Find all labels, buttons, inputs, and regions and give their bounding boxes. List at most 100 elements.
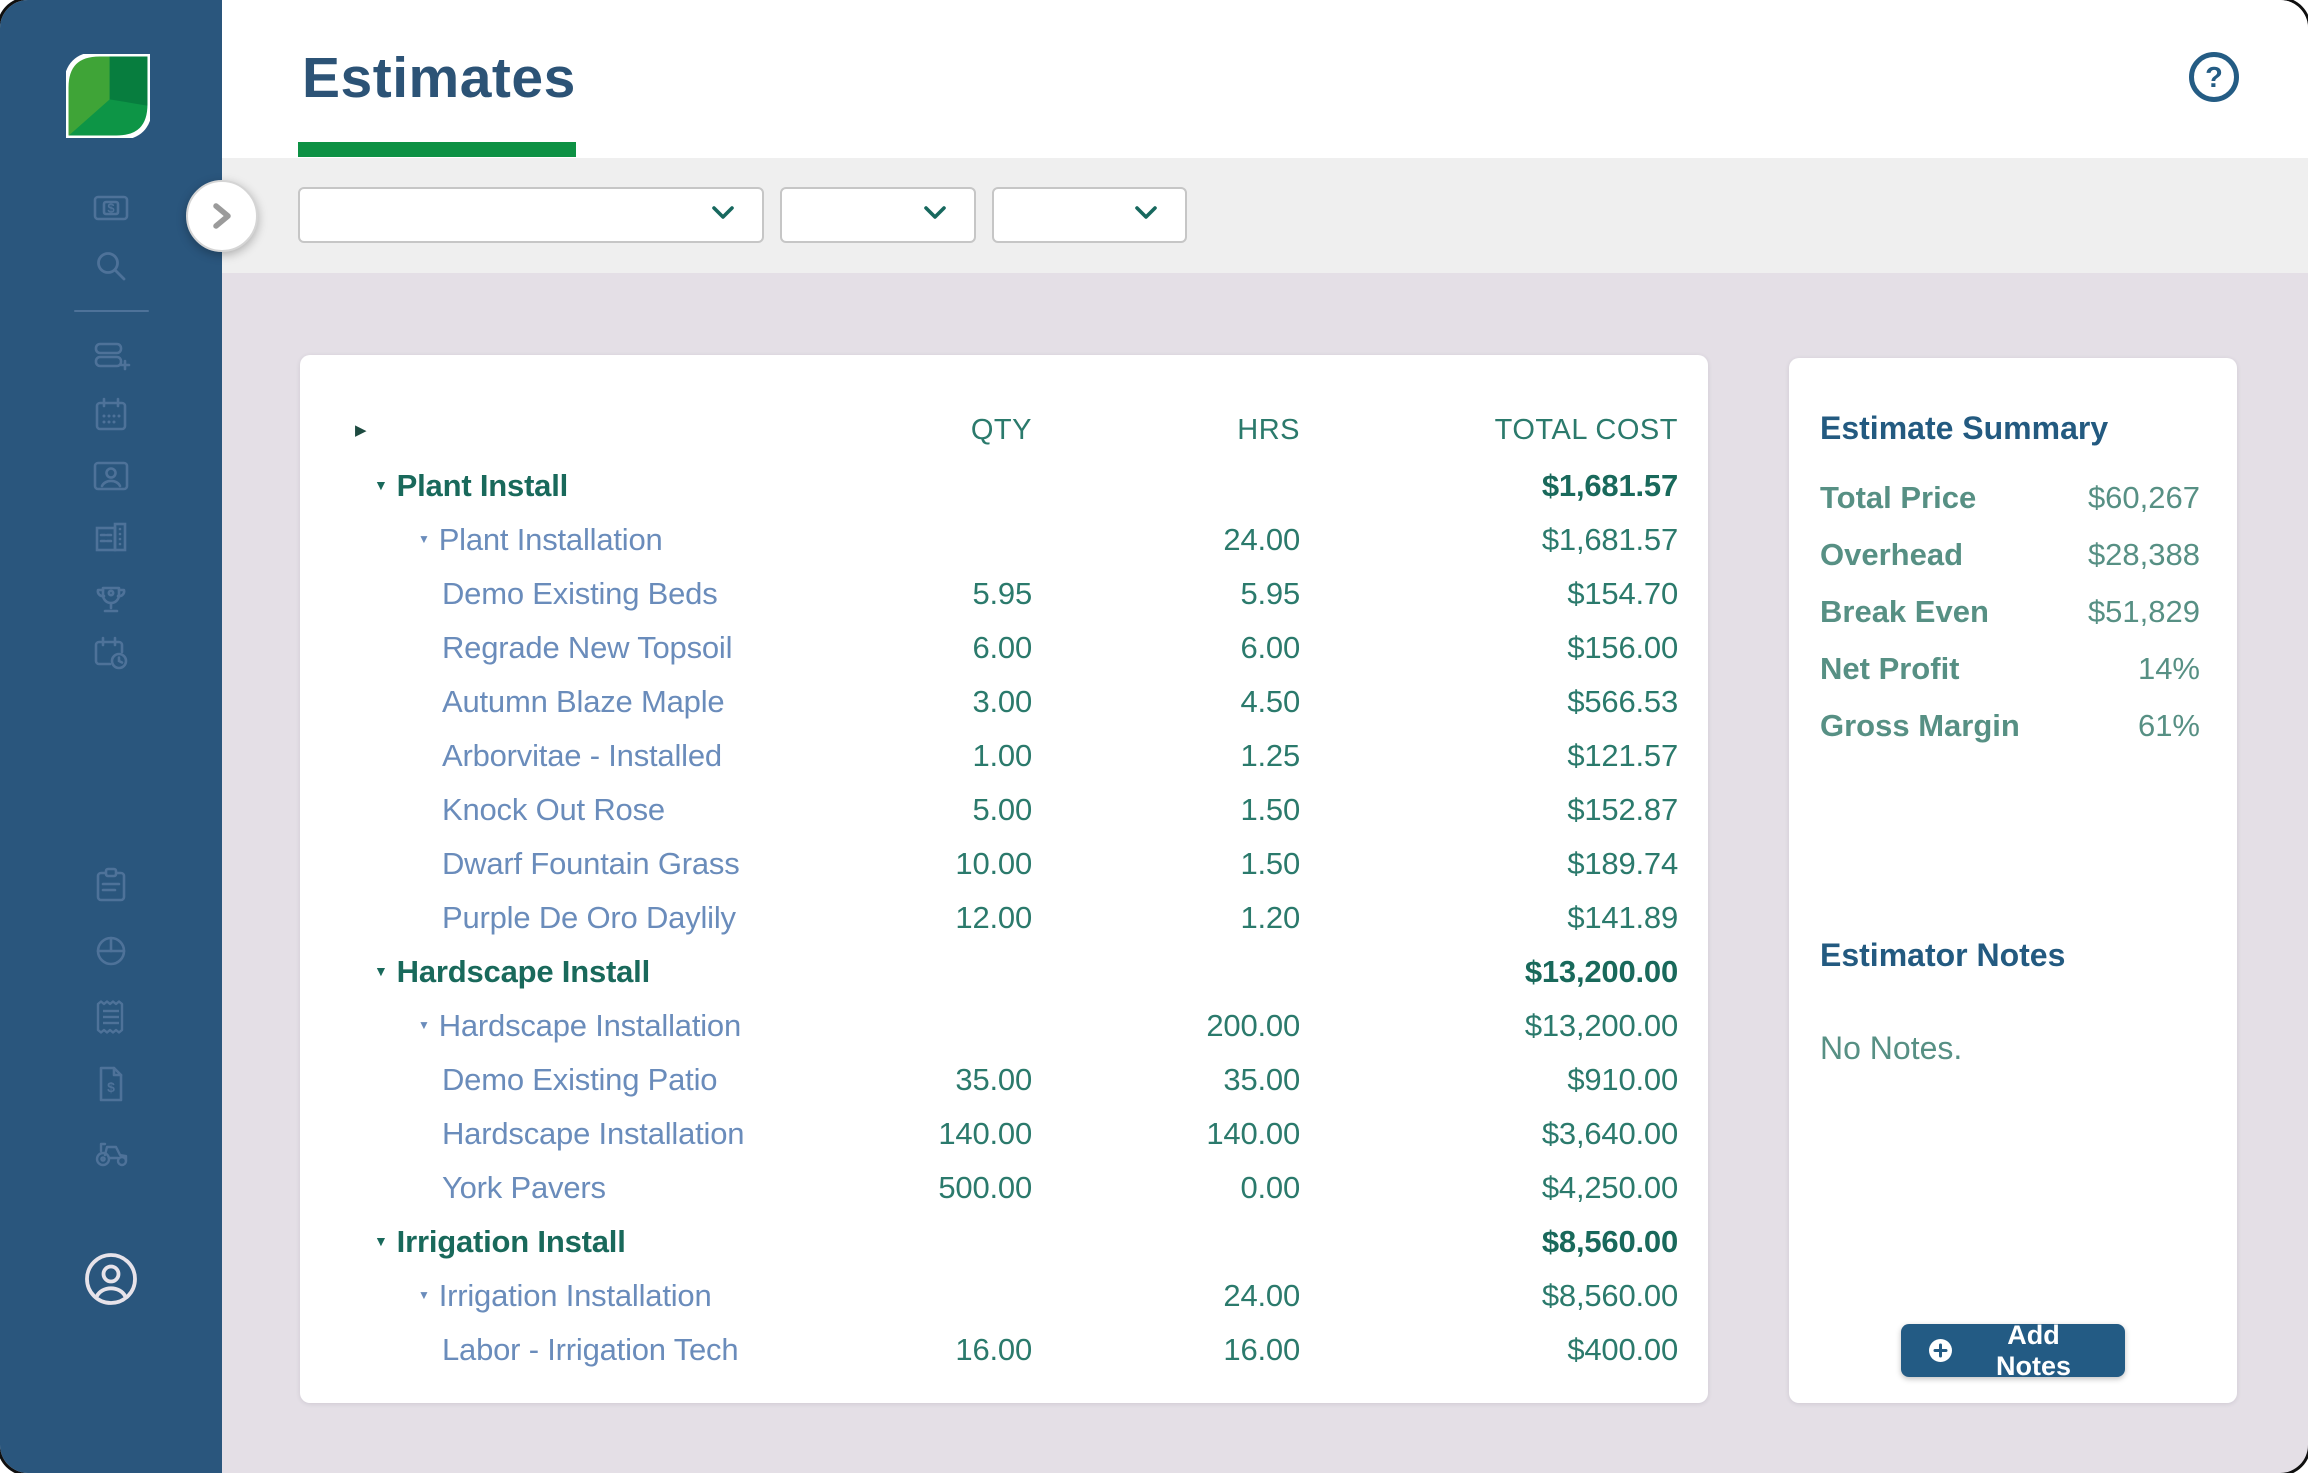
estimate-row[interactable]: ▼ Irrigation Install $8,560.00 xyxy=(300,1215,1708,1269)
estimate-row[interactable]: Arborvitae - Installed 1.00 1.25 $121.57 xyxy=(300,729,1708,783)
estimate-row-name[interactable]: Labor - Irrigation Tech xyxy=(442,1332,738,1368)
help-icon[interactable]: ? xyxy=(2186,49,2242,105)
estimate-row[interactable]: ▼Hardscape Install $13,200.00 xyxy=(300,945,1708,999)
column-header-qty[interactable]: QTY xyxy=(832,414,1032,447)
calendar-icon[interactable] xyxy=(91,395,131,435)
estimate-table-header: ▶ QTY HRS TOTAL COST xyxy=(300,401,1708,459)
sidebar-expand-button[interactable] xyxy=(186,180,258,252)
chevron-right-icon xyxy=(211,201,233,231)
estimate-row-name[interactable]: Arborvitae - Installed xyxy=(442,738,722,774)
estimate-row-total: $156.00 xyxy=(1300,630,1708,666)
estimate-row-name[interactable]: York Pavers xyxy=(442,1170,606,1206)
estimate-row-total: $13,200.00 xyxy=(1300,1008,1708,1044)
page-title: Estimates xyxy=(302,48,576,108)
pie-chart-icon[interactable] xyxy=(91,931,131,971)
estimate-row[interactable]: ▼Irrigation Installation 24.00 $8,560.00 xyxy=(300,1269,1708,1323)
collapse-triangle-icon[interactable]: ▼ xyxy=(374,1233,388,1249)
estimate-row-total: $400.00 xyxy=(1300,1332,1708,1368)
summary-row: Overhead $28,388 xyxy=(1820,537,2200,573)
estimate-row[interactable]: Purple De Oro Daylily 12.00 1.20 $141.89 xyxy=(300,891,1708,945)
summary-row-label: Overhead xyxy=(1820,537,1963,573)
add-notes-button[interactable]: Add Notes xyxy=(1901,1324,2125,1377)
estimate-row-name[interactable]: Demo Existing Beds xyxy=(442,576,718,612)
estimate-row-hrs: 1.25 xyxy=(1032,738,1300,774)
estimate-row-total: $4,250.00 xyxy=(1300,1170,1708,1206)
estimate-row[interactable]: Dwarf Fountain Grass 10.00 1.50 $189.74 xyxy=(300,837,1708,891)
summary-row-value: $60,267 xyxy=(2088,480,2200,516)
filter-dropdown-3[interactable] xyxy=(992,187,1187,243)
collapse-triangle-icon[interactable]: ▼ xyxy=(418,1288,430,1302)
collapse-triangle-icon[interactable]: ▼ xyxy=(418,1018,430,1032)
schedule-clock-icon[interactable] xyxy=(91,634,131,674)
estimate-row[interactable]: ▼Hardscape Installation 200.00 $13,200.0… xyxy=(300,999,1708,1053)
estimate-row-total: $1,681.57 xyxy=(1300,468,1708,504)
trophy-icon[interactable] xyxy=(91,580,131,620)
estimate-row-name[interactable]: Purple De Oro Daylily xyxy=(442,900,736,936)
estimate-row-name[interactable]: Hardscape Installation xyxy=(442,1116,744,1152)
estimate-row-name[interactable]: Dwarf Fountain Grass xyxy=(442,846,740,882)
estimate-row-total: $8,560.00 xyxy=(1300,1278,1708,1314)
estimate-row-name[interactable]: Knock Out Rose xyxy=(442,792,665,828)
equipment-tractor-icon[interactable] xyxy=(91,1132,131,1172)
filter-dropdown-1[interactable] xyxy=(298,187,764,243)
estimate-row[interactable]: Labor - Irrigation Tech 16.00 16.00 $400… xyxy=(300,1323,1708,1377)
plus-circle-icon xyxy=(1927,1337,1954,1364)
estimate-row-name[interactable]: Hardscape Installation xyxy=(439,1008,741,1044)
collapse-triangle-icon[interactable]: ▼ xyxy=(374,477,388,493)
estimate-row-name[interactable]: Hardscape Install xyxy=(397,954,650,990)
estimate-row[interactable]: Regrade New Topsoil 6.00 6.00 $156.00 xyxy=(300,621,1708,675)
estimate-row-total: $3,640.00 xyxy=(1300,1116,1708,1152)
estimate-row[interactable]: Demo Existing Patio 35.00 35.00 $910.00 xyxy=(300,1053,1708,1107)
summary-title: Estimate Summary xyxy=(1820,410,2200,446)
filter-dropdown-2[interactable] xyxy=(780,187,976,243)
invoice-dollar-icon[interactable]: $ xyxy=(91,1064,131,1104)
contact-card-icon[interactable] xyxy=(91,456,131,496)
estimate-row[interactable]: Demo Existing Beds 5.95 5.95 $154.70 xyxy=(300,567,1708,621)
estimate-row[interactable]: Autumn Blaze Maple 3.00 4.50 $566.53 xyxy=(300,675,1708,729)
estimate-row[interactable]: York Pavers 500.00 0.00 $4,250.00 xyxy=(300,1161,1708,1215)
estimate-row-hrs: 16.00 xyxy=(1032,1332,1300,1368)
leaf-logo-icon[interactable] xyxy=(66,54,150,140)
add-notes-label: Add Notes xyxy=(1968,1320,2099,1382)
estimate-row-name[interactable]: Autumn Blaze Maple xyxy=(442,684,724,720)
estimate-row-total: $8,560.00 xyxy=(1300,1224,1708,1260)
summary-row-value: $51,829 xyxy=(2088,594,2200,630)
estimate-row-name[interactable]: Irrigation Install xyxy=(397,1224,626,1260)
summary-row-value: 61% xyxy=(2138,708,2200,744)
estimate-row-hrs: 5.95 xyxy=(1032,576,1300,612)
title-underline xyxy=(298,142,576,157)
estimate-row-name[interactable]: Plant Install xyxy=(397,468,568,504)
column-header-hrs[interactable]: HRS xyxy=(1032,414,1300,447)
user-avatar-icon[interactable] xyxy=(83,1251,139,1307)
summary-row-value: 14% xyxy=(2138,651,2200,687)
estimate-row-total: $1,681.57 xyxy=(1300,522,1708,558)
estimate-row[interactable]: ▼Plant Installation 24.00 $1,681.57 xyxy=(300,513,1708,567)
estimate-row-qty: 5.00 xyxy=(832,792,1032,828)
estimate-row[interactable]: ▼ Plant Install $1,681.57 xyxy=(300,459,1708,513)
collapse-all-icon[interactable]: ▶ xyxy=(300,421,374,439)
estimate-list-add-icon[interactable] xyxy=(91,337,131,377)
app-window: $ xyxy=(0,0,2308,1473)
estimate-row-qty: 35.00 xyxy=(832,1062,1032,1098)
estimate-row-total: $121.57 xyxy=(1300,738,1708,774)
clipboard-icon[interactable] xyxy=(91,866,131,906)
collapse-triangle-icon[interactable]: ▼ xyxy=(374,963,388,979)
estimate-row[interactable]: Knock Out Rose 5.00 1.50 $152.87 xyxy=(300,783,1708,837)
estimate-row-qty: 6.00 xyxy=(832,630,1032,666)
column-header-total-cost[interactable]: TOTAL COST xyxy=(1300,414,1708,447)
receipt-icon[interactable] xyxy=(91,997,131,1037)
estimate-row-hrs: 1.50 xyxy=(1032,846,1300,882)
estimate-row-name[interactable]: Irrigation Installation xyxy=(439,1278,712,1314)
company-building-icon[interactable] xyxy=(91,518,131,558)
search-icon[interactable] xyxy=(91,246,131,286)
estimate-table-card: ▶ QTY HRS TOTAL COST ▼ Plant Install $1,6… xyxy=(300,355,1708,1403)
estimate-row-total: $910.00 xyxy=(1300,1062,1708,1098)
collapse-triangle-icon[interactable]: ▼ xyxy=(418,532,430,546)
estimate-row-total: $152.87 xyxy=(1300,792,1708,828)
estimate-row-name[interactable]: Plant Installation xyxy=(439,522,663,558)
estimate-row-qty: 10.00 xyxy=(832,846,1032,882)
estimate-row-name[interactable]: Demo Existing Patio xyxy=(442,1062,717,1098)
estimate-row[interactable]: Hardscape Installation 140.00 140.00 $3,… xyxy=(300,1107,1708,1161)
estimate-row-name[interactable]: Regrade New Topsoil xyxy=(442,630,732,666)
money-icon[interactable]: $ xyxy=(91,188,131,228)
